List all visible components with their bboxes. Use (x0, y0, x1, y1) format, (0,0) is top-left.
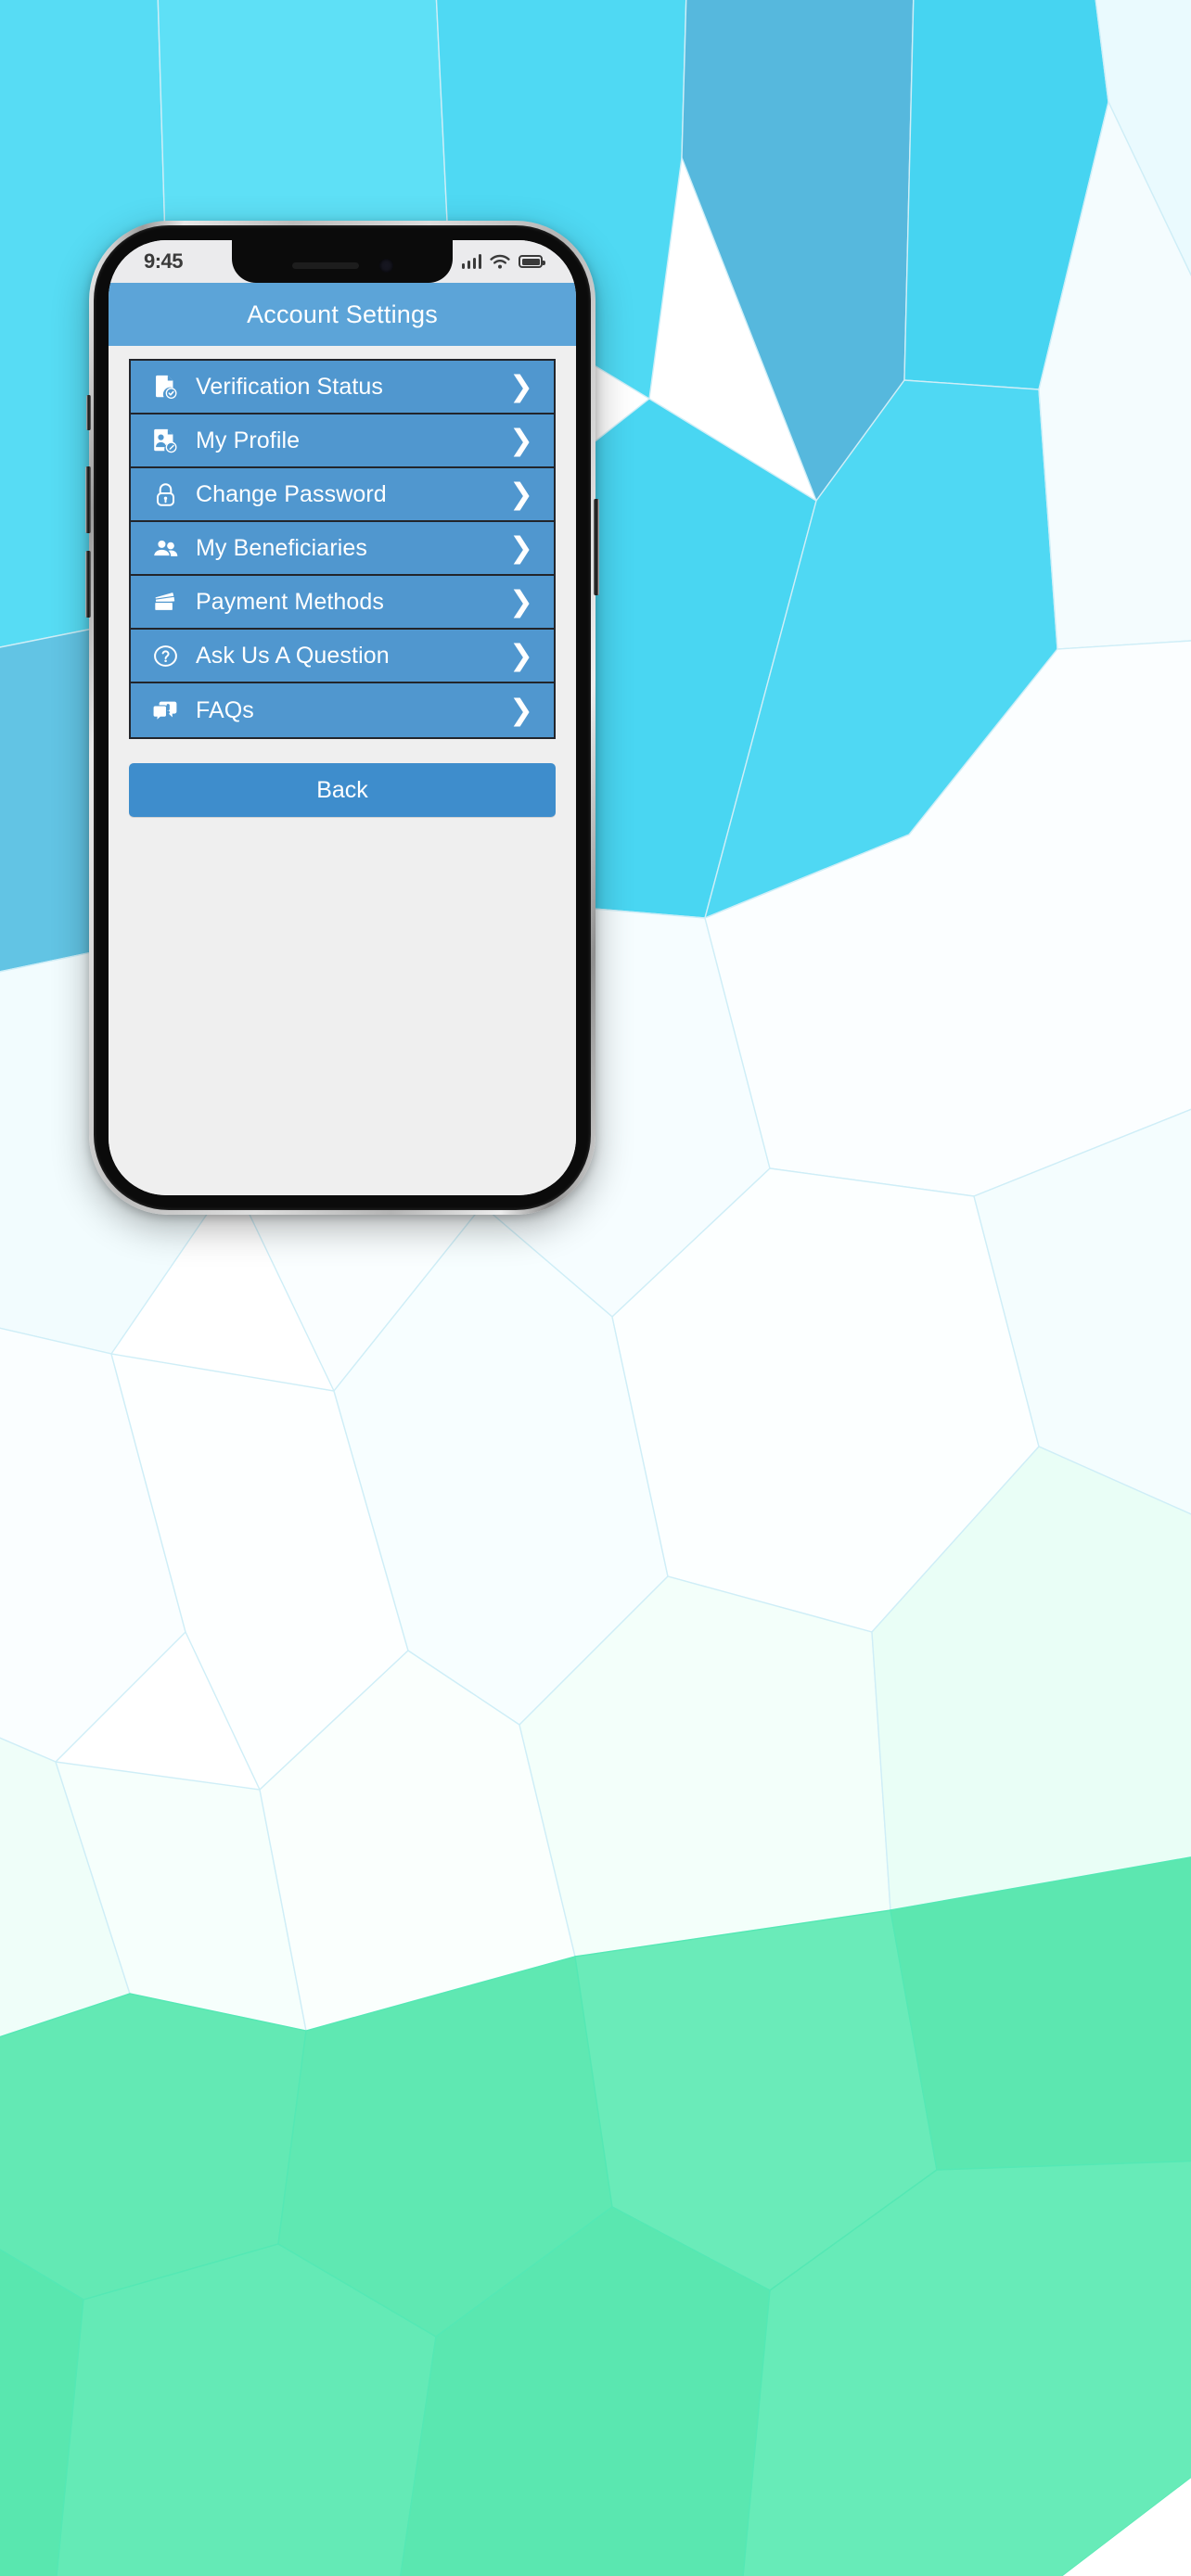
battery-icon (519, 255, 545, 268)
power-button[interactable] (594, 499, 599, 595)
app-header: Account Settings (109, 283, 576, 346)
document-check-icon (146, 373, 185, 401)
phone-screen: 9:45 Account Settings Verification Statu… (109, 240, 576, 1195)
page-title: Account Settings (247, 300, 438, 328)
phone-device: 9:45 Account Settings Verification Statu… (85, 221, 599, 1215)
cellular-signal-icon (461, 254, 481, 269)
menu-item-label: My Profile (196, 427, 301, 453)
menu-item-payment-methods[interactable]: Payment Methods ❯ (131, 576, 554, 630)
menu-item-label: Payment Methods (196, 588, 384, 615)
earpiece-speaker-icon (291, 261, 359, 269)
chevron-right-icon: ❯ (509, 638, 533, 672)
status-bar-indicators (461, 254, 545, 270)
menu-item-label: Change Password (196, 480, 387, 507)
profile-edit-icon (146, 427, 185, 454)
silent-switch-button[interactable] (86, 395, 91, 430)
menu-item-label: FAQs (196, 696, 254, 723)
menu-item-change-password[interactable]: Change Password ❯ (131, 468, 554, 522)
question-circle-icon (146, 643, 185, 670)
menu-item-my-profile[interactable]: My Profile ❯ (131, 414, 554, 468)
status-bar-time: 9:45 (144, 249, 184, 273)
menu-item-label: Ask Us A Question (196, 642, 390, 669)
chevron-right-icon: ❯ (509, 530, 533, 565)
wifi-icon (490, 254, 510, 269)
menu-item-ask-us-a-question[interactable]: Ask Us A Question ❯ (131, 630, 554, 683)
back-button-label: Back (316, 776, 368, 803)
menu-item-verification-status[interactable]: Verification Status ❯ (131, 361, 554, 414)
menu-item-faqs[interactable]: FAQs ❯ (131, 683, 554, 737)
menu-item-my-beneficiaries[interactable]: My Beneficiaries ❯ (131, 522, 554, 576)
chevron-right-icon: ❯ (509, 477, 533, 511)
front-camera-icon (378, 258, 393, 273)
volume-up-button[interactable] (85, 466, 91, 533)
chevron-right-icon: ❯ (509, 584, 533, 618)
chevron-right-icon: ❯ (509, 423, 533, 457)
menu-item-label: Verification Status (196, 373, 384, 400)
credit-cards-icon (146, 588, 185, 616)
chevron-right-icon: ❯ (509, 369, 533, 403)
chevron-right-icon: ❯ (509, 693, 533, 727)
notch (232, 240, 453, 283)
app-content: Verification Status ❯ My Profile ❯ Chang… (109, 346, 576, 1195)
lock-icon (146, 481, 185, 508)
menu-item-label: My Beneficiaries (196, 534, 367, 561)
volume-down-button[interactable] (85, 551, 91, 618)
users-icon (146, 534, 185, 562)
back-button[interactable]: Back (129, 763, 556, 817)
chat-exclamation-icon (146, 696, 185, 724)
settings-menu-list: Verification Status ❯ My Profile ❯ Chang… (129, 359, 556, 739)
